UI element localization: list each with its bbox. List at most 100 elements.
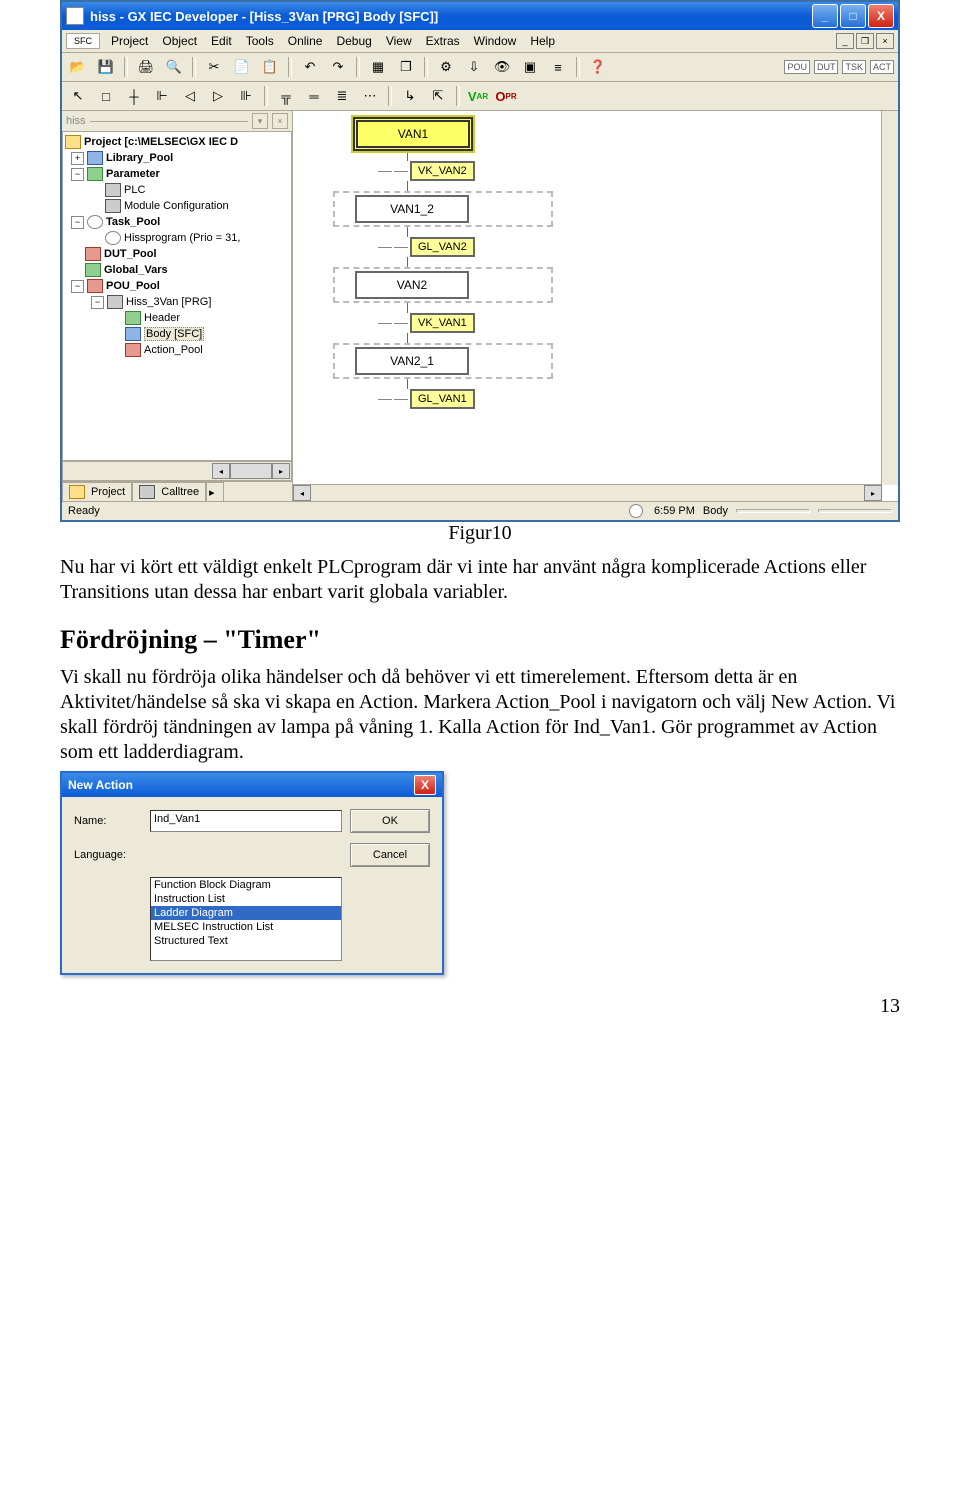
menu-extras[interactable]: Extras	[419, 32, 467, 50]
language-listbox[interactable]: Function Block Diagram Instruction List …	[150, 877, 342, 961]
print-preview-icon[interactable]: 🔍	[162, 55, 186, 79]
scroll-left-icon[interactable]: ◂	[293, 485, 311, 501]
tree-plc[interactable]: PLC	[124, 184, 145, 196]
sfc-jump-icon[interactable]: ↳	[398, 84, 422, 108]
name-input[interactable]: Ind_Van1	[150, 810, 342, 832]
tree-dut-pool[interactable]: DUT_Pool	[104, 248, 157, 260]
sfc-trans-vk-van2[interactable]: VK_VAN2	[378, 161, 553, 181]
sfc-last-icon[interactable]: ⊪	[234, 84, 258, 108]
tree-pou-pool[interactable]: POU_Pool	[106, 280, 160, 292]
undo-icon[interactable]: ↶	[298, 55, 322, 79]
badge-dut[interactable]: DUT	[814, 60, 839, 74]
menu-edit[interactable]: Edit	[204, 32, 239, 50]
sfc-trans-icon[interactable]: ┼	[122, 84, 146, 108]
sfc-list-icon[interactable]: ≣	[330, 84, 354, 108]
tab-scroll-right[interactable]: ▸	[206, 482, 224, 501]
collapse-icon[interactable]: −	[91, 296, 104, 309]
sfc-step-van2-1[interactable]: VAN2_1	[355, 347, 469, 375]
tree-module-cfg[interactable]: Module Configuration	[124, 200, 229, 212]
cancel-button[interactable]: Cancel	[350, 843, 430, 867]
tab-project[interactable]: Project	[62, 482, 132, 501]
tree-library-pool[interactable]: Library_Pool	[106, 152, 173, 164]
expand-icon[interactable]: +	[71, 152, 84, 165]
tool-icon-2[interactable]: ≡	[546, 55, 570, 79]
navigator-h-scrollbar[interactable]: ◂ ▸	[62, 461, 292, 481]
tree-task-pool[interactable]: Task_Pool	[106, 216, 160, 228]
cut-icon[interactable]: ✂	[202, 55, 226, 79]
dialog-close-button[interactable]: X	[414, 775, 436, 795]
sfc-comment-icon[interactable]: ⋯	[358, 84, 382, 108]
sfc-first-icon[interactable]: ⊩	[150, 84, 174, 108]
menu-online[interactable]: Online	[281, 32, 330, 50]
minimize-button[interactable]: _	[812, 4, 838, 28]
open-icon[interactable]: 📂	[66, 55, 90, 79]
list-item[interactable]: Function Block Diagram	[151, 878, 341, 892]
sfc-prev-icon[interactable]: ◁	[178, 84, 202, 108]
canvas-h-scrollbar[interactable]: ◂ ▸	[293, 484, 882, 501]
monitor-icon[interactable]: 👁	[490, 55, 514, 79]
scroll-right-icon[interactable]: ▸	[864, 485, 882, 501]
tree-body-sfc[interactable]: Body [SFC]	[144, 327, 204, 341]
menu-project[interactable]: Project	[104, 32, 155, 50]
sfc-step-icon[interactable]: □	[94, 84, 118, 108]
sfc-step-van1[interactable]: VAN1	[353, 117, 473, 151]
window-cascade-icon[interactable]: ❐	[394, 55, 418, 79]
list-item[interactable]: MELSEC Instruction List	[151, 920, 341, 934]
mdi-close-button[interactable]: ×	[876, 33, 894, 49]
maximize-button[interactable]: □	[840, 4, 866, 28]
sfc-trans-gl-van1[interactable]: GL_VAN1	[378, 389, 553, 409]
tab-calltree[interactable]: Calltree	[132, 482, 206, 501]
sfc-trans-vk-van1[interactable]: VK_VAN1	[378, 313, 553, 333]
sfc-export-icon[interactable]: ⇱	[426, 84, 450, 108]
navigator-close-icon[interactable]: ×	[272, 113, 288, 129]
scroll-thumb[interactable]	[230, 463, 272, 479]
save-icon[interactable]: 💾	[94, 55, 118, 79]
sfc-trans-gl-van2[interactable]: GL_VAN2	[378, 237, 553, 257]
tree-parameter[interactable]: Parameter	[106, 168, 160, 180]
tree-header[interactable]: Header	[144, 312, 180, 324]
menu-help[interactable]: Help	[523, 32, 562, 50]
copy-icon[interactable]: 📄	[230, 55, 254, 79]
tree-hiss-3van[interactable]: Hiss_3Van [PRG]	[126, 296, 211, 308]
collapse-icon[interactable]: −	[71, 280, 84, 293]
badge-pou[interactable]: POU	[784, 60, 810, 74]
sfc-parallel-icon[interactable]: ═	[302, 84, 326, 108]
title-bar[interactable]: hiss - GX IEC Developer - [Hiss_3Van [PR…	[62, 2, 898, 30]
dialog-title-bar[interactable]: New Action X	[62, 773, 442, 797]
menu-object[interactable]: Object	[155, 32, 204, 50]
print-icon[interactable]: 🖨	[134, 55, 158, 79]
menu-debug[interactable]: Debug	[329, 32, 378, 50]
tree-hissprogram[interactable]: Hissprogram (Prio = 31,	[124, 232, 240, 244]
download-icon[interactable]: ⇩	[462, 55, 486, 79]
close-button[interactable]: X	[868, 4, 894, 28]
tool-icon-1[interactable]: ▣	[518, 55, 542, 79]
sfc-select-icon[interactable]: ↖	[66, 84, 90, 108]
sfc-step-van1-2[interactable]: VAN1_2	[355, 195, 469, 223]
menu-view[interactable]: View	[379, 32, 419, 50]
menu-window[interactable]: Window	[467, 32, 524, 50]
sfc-var-icon[interactable]: VAR	[466, 84, 490, 108]
sfc-next-icon[interactable]: ▷	[206, 84, 230, 108]
tree-action-pool[interactable]: Action_Pool	[144, 344, 203, 356]
paste-icon[interactable]: 📋	[258, 55, 282, 79]
list-item-selected[interactable]: Ladder Diagram	[151, 906, 341, 920]
canvas-v-scrollbar[interactable]	[881, 111, 898, 485]
help-icon[interactable]: ❓	[586, 55, 610, 79]
sfc-canvas[interactable]: VAN1 VK_VAN2 VAN1_2 GL_VAN2 VAN2 VK_VAN1	[293, 111, 898, 501]
navigator-pin-icon[interactable]: ▾	[252, 113, 268, 129]
badge-tsk[interactable]: TSK	[842, 60, 866, 74]
ok-button[interactable]: OK	[350, 809, 430, 833]
tree-root[interactable]: Project [c:\MELSEC\GX IEC D	[84, 136, 238, 148]
tree-global-vars[interactable]: Global_Vars	[104, 264, 168, 276]
redo-icon[interactable]: ↷	[326, 55, 350, 79]
list-item[interactable]: Instruction List	[151, 892, 341, 906]
menu-tools[interactable]: Tools	[239, 32, 281, 50]
scroll-right-icon[interactable]: ▸	[272, 463, 290, 479]
badge-act[interactable]: ACT	[870, 60, 894, 74]
collapse-icon[interactable]: −	[71, 168, 84, 181]
compile-icon[interactable]: ⚙	[434, 55, 458, 79]
scroll-left-icon[interactable]: ◂	[212, 463, 230, 479]
sfc-branch-icon[interactable]: ╦	[274, 84, 298, 108]
mdi-restore-button[interactable]: ❐	[856, 33, 874, 49]
sfc-step-van2[interactable]: VAN2	[355, 271, 469, 299]
